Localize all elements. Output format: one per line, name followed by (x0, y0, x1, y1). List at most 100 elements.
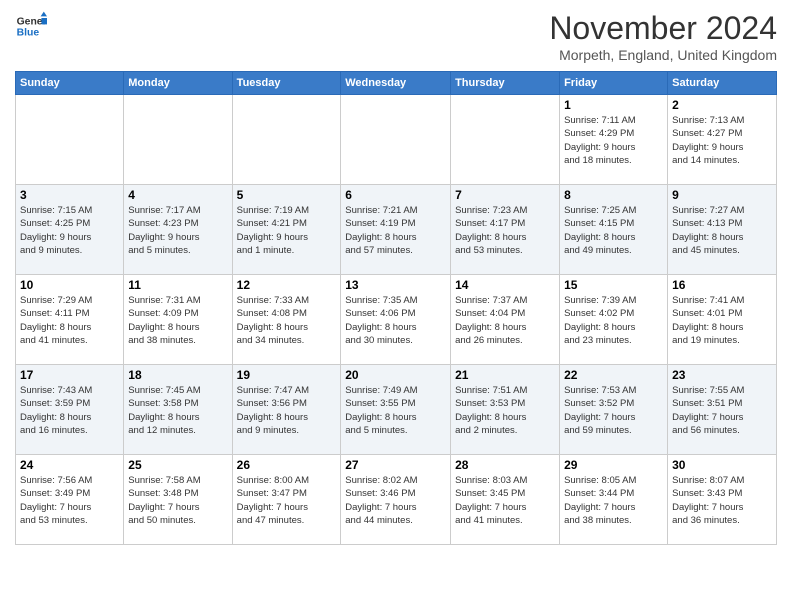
calendar-cell: 16 Sunrise: 7:41 AM Sunset: 4:01 PM Dayli… (668, 275, 777, 365)
weekday-header: Saturday (668, 72, 777, 95)
weekday-header: Friday (560, 72, 668, 95)
day-info: Sunrise: 7:37 AM Sunset: 4:04 PM Dayligh… (455, 294, 555, 347)
day-info: Sunrise: 7:15 AM Sunset: 4:25 PM Dayligh… (20, 204, 119, 257)
month-title: November 2024 (549, 10, 777, 47)
calendar-cell: 24 Sunrise: 7:56 AM Sunset: 3:49 PM Dayli… (16, 455, 124, 545)
day-number: 25 (128, 458, 227, 472)
day-info: Sunrise: 7:27 AM Sunset: 4:13 PM Dayligh… (672, 204, 772, 257)
calendar-cell: 7Sunrise: 7:23 AM Sunset: 4:17 PM Daylig… (451, 185, 560, 275)
calendar-cell (451, 95, 560, 185)
calendar-cell: 4Sunrise: 7:17 AM Sunset: 4:23 PM Daylig… (124, 185, 232, 275)
day-number: 23 (672, 368, 772, 382)
day-number: 11 (128, 278, 227, 292)
day-info: Sunrise: 7:11 AM Sunset: 4:29 PM Dayligh… (564, 114, 663, 167)
calendar-week-row: 10 Sunrise: 7:29 AM Sunset: 4:11 PM Dayli… (16, 275, 777, 365)
day-number: 30 (672, 458, 772, 472)
day-info: Sunrise: 7:41 AM Sunset: 4:01 PM Dayligh… (672, 294, 772, 347)
calendar-cell (16, 95, 124, 185)
weekday-header: Monday (124, 72, 232, 95)
calendar-cell: 25 Sunrise: 7:58 AM Sunset: 3:48 PM Dayli… (124, 455, 232, 545)
day-number: 27 (345, 458, 446, 472)
day-info: Sunrise: 7:56 AM Sunset: 3:49 PM Dayligh… (20, 474, 119, 527)
calendar-cell: 19Sunrise: 7:47 AM Sunset: 3:56 PM Dayli… (232, 365, 341, 455)
weekday-header: Sunday (16, 72, 124, 95)
calendar-cell: 1 Sunrise: 7:11 AM Sunset: 4:29 PM Daylig… (560, 95, 668, 185)
day-info: Sunrise: 8:07 AM Sunset: 3:43 PM Dayligh… (672, 474, 772, 527)
day-number: 6 (345, 188, 446, 202)
location-subtitle: Morpeth, England, United Kingdom (549, 47, 777, 63)
calendar-week-row: 17 Sunrise: 7:43 AM Sunset: 3:59 PM Dayli… (16, 365, 777, 455)
day-number: 18 (128, 368, 227, 382)
day-info: Sunrise: 7:58 AM Sunset: 3:48 PM Dayligh… (128, 474, 227, 527)
day-number: 4 (128, 188, 227, 202)
weekday-header: Wednesday (341, 72, 451, 95)
day-number: 10 (20, 278, 119, 292)
calendar-cell: 17 Sunrise: 7:43 AM Sunset: 3:59 PM Dayli… (16, 365, 124, 455)
day-number: 13 (345, 278, 446, 292)
day-info: Sunrise: 7:23 AM Sunset: 4:17 PM Dayligh… (455, 204, 555, 257)
day-number: 22 (564, 368, 663, 382)
calendar-cell: 3 Sunrise: 7:15 AM Sunset: 4:25 PM Daylig… (16, 185, 124, 275)
calendar-cell: 22Sunrise: 7:53 AM Sunset: 3:52 PM Dayli… (560, 365, 668, 455)
calendar-week-row: 24 Sunrise: 7:56 AM Sunset: 3:49 PM Dayli… (16, 455, 777, 545)
calendar-cell: 9 Sunrise: 7:27 AM Sunset: 4:13 PM Daylig… (668, 185, 777, 275)
day-info: Sunrise: 7:21 AM Sunset: 4:19 PM Dayligh… (345, 204, 446, 257)
day-info: Sunrise: 7:43 AM Sunset: 3:59 PM Dayligh… (20, 384, 119, 437)
day-number: 3 (20, 188, 119, 202)
calendar-cell: 15Sunrise: 7:39 AM Sunset: 4:02 PM Dayli… (560, 275, 668, 365)
day-number: 14 (455, 278, 555, 292)
calendar-cell: 11 Sunrise: 7:31 AM Sunset: 4:09 PM Dayli… (124, 275, 232, 365)
logo: General Blue (15, 10, 47, 42)
day-info: Sunrise: 7:45 AM Sunset: 3:58 PM Dayligh… (128, 384, 227, 437)
day-number: 5 (237, 188, 337, 202)
day-info: Sunrise: 8:05 AM Sunset: 3:44 PM Dayligh… (564, 474, 663, 527)
calendar-cell: 14 Sunrise: 7:37 AM Sunset: 4:04 PM Dayli… (451, 275, 560, 365)
calendar-cell: 27 Sunrise: 8:02 AM Sunset: 3:46 PM Dayli… (341, 455, 451, 545)
day-info: Sunrise: 7:19 AM Sunset: 4:21 PM Dayligh… (237, 204, 337, 257)
day-info: Sunrise: 7:13 AM Sunset: 4:27 PM Dayligh… (672, 114, 772, 167)
day-info: Sunrise: 7:33 AM Sunset: 4:08 PM Dayligh… (237, 294, 337, 347)
day-info: Sunrise: 7:47 AM Sunset: 3:56 PM Dayligh… (237, 384, 337, 437)
title-block: November 2024 Morpeth, England, United K… (549, 10, 777, 63)
calendar-cell: 26Sunrise: 8:00 AM Sunset: 3:47 PM Dayli… (232, 455, 341, 545)
calendar-cell: 13 Sunrise: 7:35 AM Sunset: 4:06 PM Dayli… (341, 275, 451, 365)
calendar-cell: 10 Sunrise: 7:29 AM Sunset: 4:11 PM Dayli… (16, 275, 124, 365)
day-number: 12 (237, 278, 337, 292)
day-info: Sunrise: 8:03 AM Sunset: 3:45 PM Dayligh… (455, 474, 555, 527)
calendar-cell (341, 95, 451, 185)
page-header: General Blue November 2024 Morpeth, Engl… (15, 10, 777, 63)
calendar-cell: 18 Sunrise: 7:45 AM Sunset: 3:58 PM Dayli… (124, 365, 232, 455)
calendar-cell: 2Sunrise: 7:13 AM Sunset: 4:27 PM Daylig… (668, 95, 777, 185)
day-number: 1 (564, 98, 663, 112)
day-number: 20 (345, 368, 446, 382)
calendar-cell (124, 95, 232, 185)
day-info: Sunrise: 8:00 AM Sunset: 3:47 PM Dayligh… (237, 474, 337, 527)
calendar-table: SundayMondayTuesdayWednesdayThursdayFrid… (15, 71, 777, 545)
calendar-cell: 23 Sunrise: 7:55 AM Sunset: 3:51 PM Dayli… (668, 365, 777, 455)
day-number: 9 (672, 188, 772, 202)
day-info: Sunrise: 7:31 AM Sunset: 4:09 PM Dayligh… (128, 294, 227, 347)
day-number: 16 (672, 278, 772, 292)
day-number: 24 (20, 458, 119, 472)
day-number: 29 (564, 458, 663, 472)
day-info: Sunrise: 7:49 AM Sunset: 3:55 PM Dayligh… (345, 384, 446, 437)
weekday-header: Tuesday (232, 72, 341, 95)
calendar-cell: 5 Sunrise: 7:19 AM Sunset: 4:21 PM Daylig… (232, 185, 341, 275)
day-info: Sunrise: 7:29 AM Sunset: 4:11 PM Dayligh… (20, 294, 119, 347)
day-info: Sunrise: 7:55 AM Sunset: 3:51 PM Dayligh… (672, 384, 772, 437)
calendar-cell: 21 Sunrise: 7:51 AM Sunset: 3:53 PM Dayli… (451, 365, 560, 455)
calendar-cell: 28 Sunrise: 8:03 AM Sunset: 3:45 PM Dayli… (451, 455, 560, 545)
day-info: Sunrise: 7:51 AM Sunset: 3:53 PM Dayligh… (455, 384, 555, 437)
day-number: 8 (564, 188, 663, 202)
weekday-header-row: SundayMondayTuesdayWednesdayThursdayFrid… (16, 72, 777, 95)
day-info: Sunrise: 7:25 AM Sunset: 4:15 PM Dayligh… (564, 204, 663, 257)
calendar-week-row: 3 Sunrise: 7:15 AM Sunset: 4:25 PM Daylig… (16, 185, 777, 275)
day-number: 28 (455, 458, 555, 472)
weekday-header: Thursday (451, 72, 560, 95)
day-number: 17 (20, 368, 119, 382)
logo-icon: General Blue (15, 10, 47, 42)
day-info: Sunrise: 8:02 AM Sunset: 3:46 PM Dayligh… (345, 474, 446, 527)
day-info: Sunrise: 7:35 AM Sunset: 4:06 PM Dayligh… (345, 294, 446, 347)
day-number: 21 (455, 368, 555, 382)
calendar-cell: 12 Sunrise: 7:33 AM Sunset: 4:08 PM Dayli… (232, 275, 341, 365)
